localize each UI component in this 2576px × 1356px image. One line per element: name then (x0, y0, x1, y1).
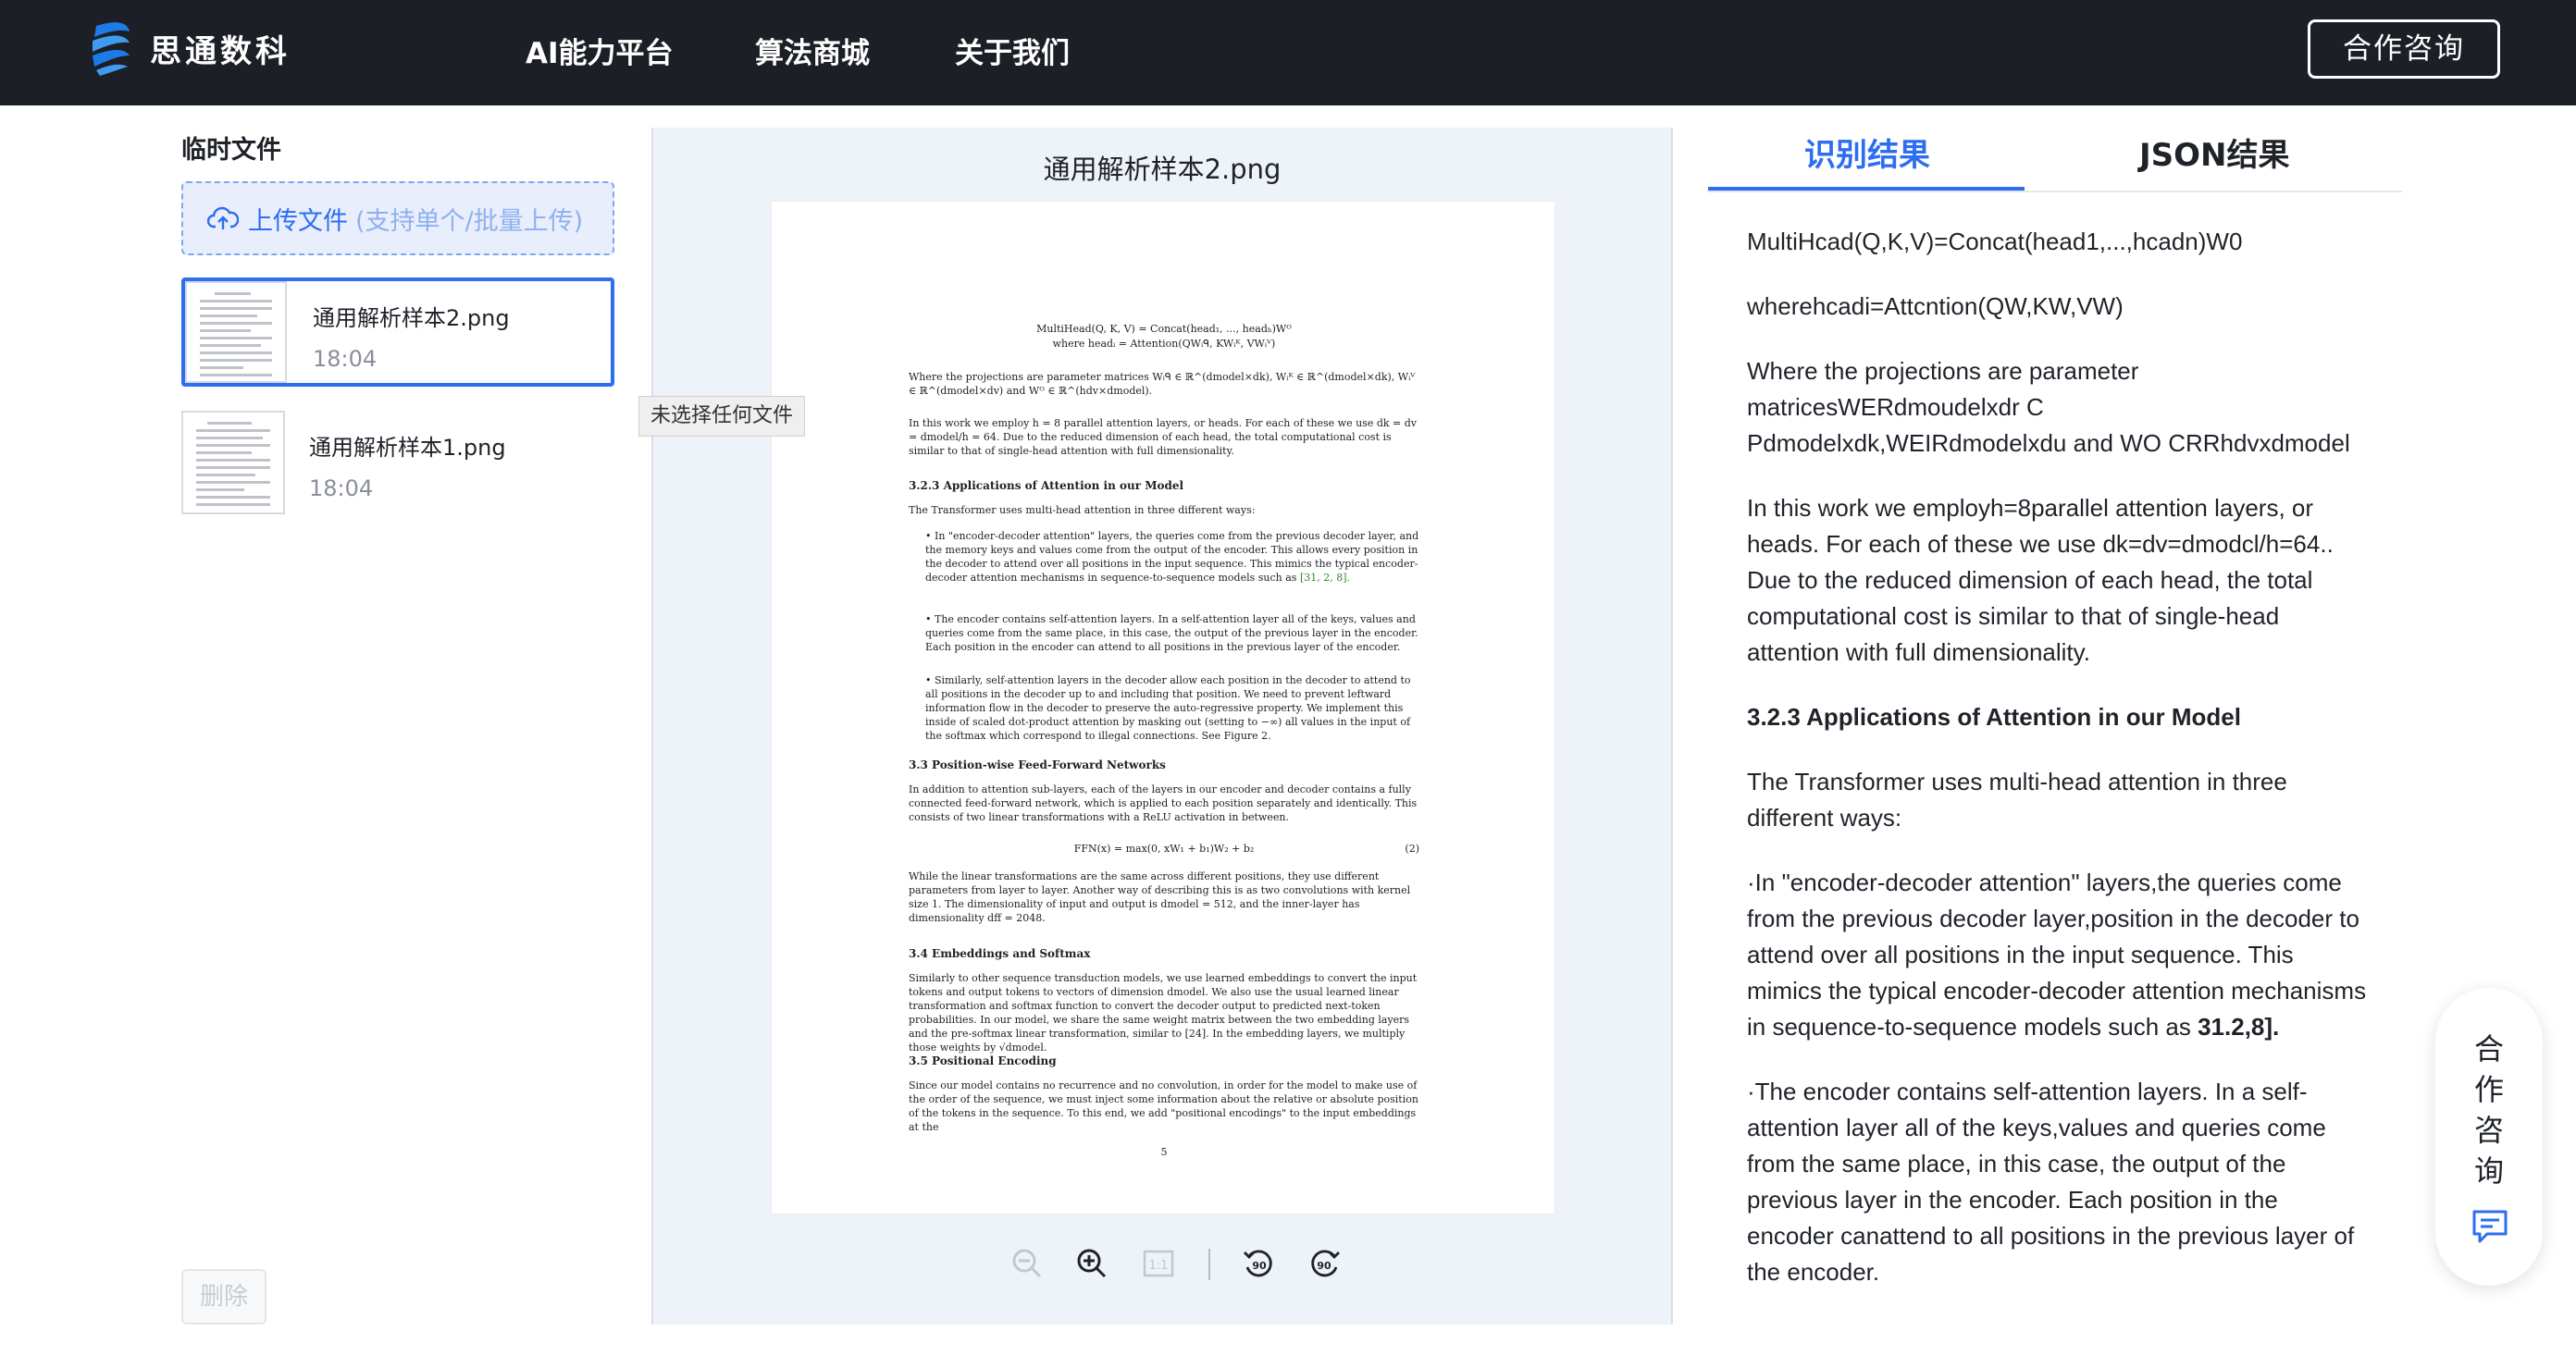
upload-hint: (支持单个/批量上传) (355, 206, 584, 236)
document-preview: 通用解析样本2.png MultiHead(Q, K, V) = Concat(… (651, 128, 1673, 1325)
document-page: MultiHead(Q, K, V) = Concat(head₁, ..., … (772, 202, 1554, 1214)
cloud-upload-icon (207, 206, 239, 229)
paper-paragraph: In addition to attention sub-layers, eac… (909, 783, 1418, 823)
paper-heading: 3.5 Positional Encoding (909, 1054, 1057, 1067)
result-paragraph: In this work we employh=8parallel attent… (1747, 494, 2334, 666)
recognition-result-text: MultiHcad(Q,K,V)=Concat(head1,...,hcadn)… (1747, 224, 2367, 1323)
floating-consult-button[interactable]: 合 作 咨 询 (2435, 988, 2543, 1286)
zoom-in-icon[interactable] (1075, 1247, 1108, 1280)
paper-equation-number: (2) (1405, 843, 1419, 855)
zoom-out-icon[interactable] (1010, 1247, 1044, 1280)
paper-page-number: 5 (1160, 1146, 1168, 1158)
tab-active-indicator (1708, 187, 2025, 191)
paper-heading: 3.4 Embeddings and Softmax (909, 947, 1091, 960)
result-paragraph: wherehcadi=Attcntion(QW,KW,VW) (1747, 292, 2124, 320)
file-name: 通用解析样本1.png (309, 435, 506, 461)
result-paragraph: The Transformer uses multi-head attentio… (1747, 768, 2287, 832)
paper-equation-1b: where headᵢ = Attention(QWᵢᑫ, KWᵢᴷ, VWᵢⱽ… (1052, 338, 1276, 350)
file-time: 18:04 (309, 475, 374, 501)
paper-bullet: • In "encoder-decoder attention" layers,… (925, 529, 1419, 585)
preview-title: 通用解析样本2.png (1043, 154, 1282, 185)
contact-button[interactable]: 合作咨询 (2308, 19, 2500, 79)
delete-button[interactable]: 删除 (181, 1269, 266, 1325)
floating-consult-char: 询 (2473, 1153, 2504, 1189)
nav-ai-platform[interactable]: AI能力平台 (526, 30, 674, 71)
rotate-left-icon[interactable]: 90 (1242, 1247, 1275, 1280)
paper-heading: 3.2.3 Applications of Attention in our M… (909, 479, 1184, 492)
paper-bullet: • Similarly, self-attention layers in th… (925, 674, 1411, 742)
upload-label: 上传文件 (248, 206, 348, 236)
temp-files-title: 临时文件 (181, 136, 281, 165)
paper-paragraph: Where the projections are parameter matr… (909, 371, 1416, 397)
floating-consult-char: 合 (2473, 1031, 2504, 1066)
tab-json-result[interactable]: JSON结果 (2139, 129, 2290, 175)
file-item-sample2[interactable]: 通用解析样本2.png 18:04 (181, 277, 614, 387)
toolbar-separator (1208, 1249, 1210, 1280)
svg-text:90: 90 (1252, 1260, 1267, 1272)
paper-heading: 3.3 Position-wise Feed-Forward Networks (909, 758, 1166, 771)
svg-text:1:1: 1:1 (1149, 1259, 1169, 1273)
paper-equation-1a: MultiHead(Q, K, V) = Concat(head₁, ..., … (1036, 323, 1292, 335)
file-item-sample1[interactable]: 通用解析样本1.png 18:04 (181, 411, 614, 520)
nav-about-us[interactable]: 关于我们 (955, 30, 1070, 71)
result-citation: 31.2,8]. (2198, 1013, 2280, 1041)
paper-paragraph: The Transformer uses multi-head attentio… (909, 504, 1256, 516)
file-name: 通用解析样本2.png (313, 305, 510, 331)
logo-icon[interactable] (89, 18, 133, 78)
paper-paragraph: While the linear transformations are the… (909, 870, 1411, 924)
tab-recognition-result[interactable]: 识别结果 (1804, 129, 1930, 175)
rotate-right-icon[interactable]: 90 (1308, 1247, 1342, 1280)
result-paragraph: MultiHcad(Q,K,V)=Concat(head1,...,hcadn)… (1747, 228, 2243, 255)
chat-icon (2472, 1210, 2508, 1243)
paper-paragraph: Since our model contains no recurrence a… (909, 1079, 1418, 1133)
paper-paragraph: Similarly to other sequence transduction… (909, 972, 1418, 1054)
no-file-tooltip: 未选择任何文件 (638, 396, 806, 437)
tab-divider (1708, 191, 2402, 192)
floating-consult-char: 咨 (2473, 1113, 2504, 1148)
result-paragraph: ·The encoder contains self-attention lay… (1747, 1078, 2355, 1286)
paper-paragraph: In this work we employ h = 8 parallel at… (909, 417, 1418, 457)
svg-text:90: 90 (1317, 1260, 1331, 1272)
brand-name[interactable]: 思通数科 (150, 26, 291, 71)
file-thumbnail (185, 281, 287, 383)
result-paragraph: ·In "encoder-decoder attention" layers,t… (1747, 865, 2367, 1045)
floating-consult-label: 合 作 咨 询 (2435, 1029, 2543, 1191)
nav-algorithm-store[interactable]: 算法商城 (755, 30, 870, 71)
file-thumbnail (181, 411, 285, 514)
upload-button[interactable]: 上传文件 (支持单个/批量上传) (181, 181, 614, 255)
paper-bullet: • The encoder contains self-attention la… (925, 613, 1418, 653)
paper-citation: [31, 2, 8]. (1299, 572, 1351, 584)
actual-size-icon[interactable]: 1:1 (1142, 1247, 1175, 1280)
top-navbar: 思通数科 AI能力平台 算法商城 关于我们 合作咨询 (0, 0, 2576, 105)
result-heading: 3.2.3 Applications of Attention in our M… (1747, 703, 2241, 731)
floating-consult-char: 作 (2473, 1072, 2504, 1107)
result-paragraph: Where the projections are parameter matr… (1747, 357, 2350, 457)
file-time: 18:04 (313, 346, 378, 372)
